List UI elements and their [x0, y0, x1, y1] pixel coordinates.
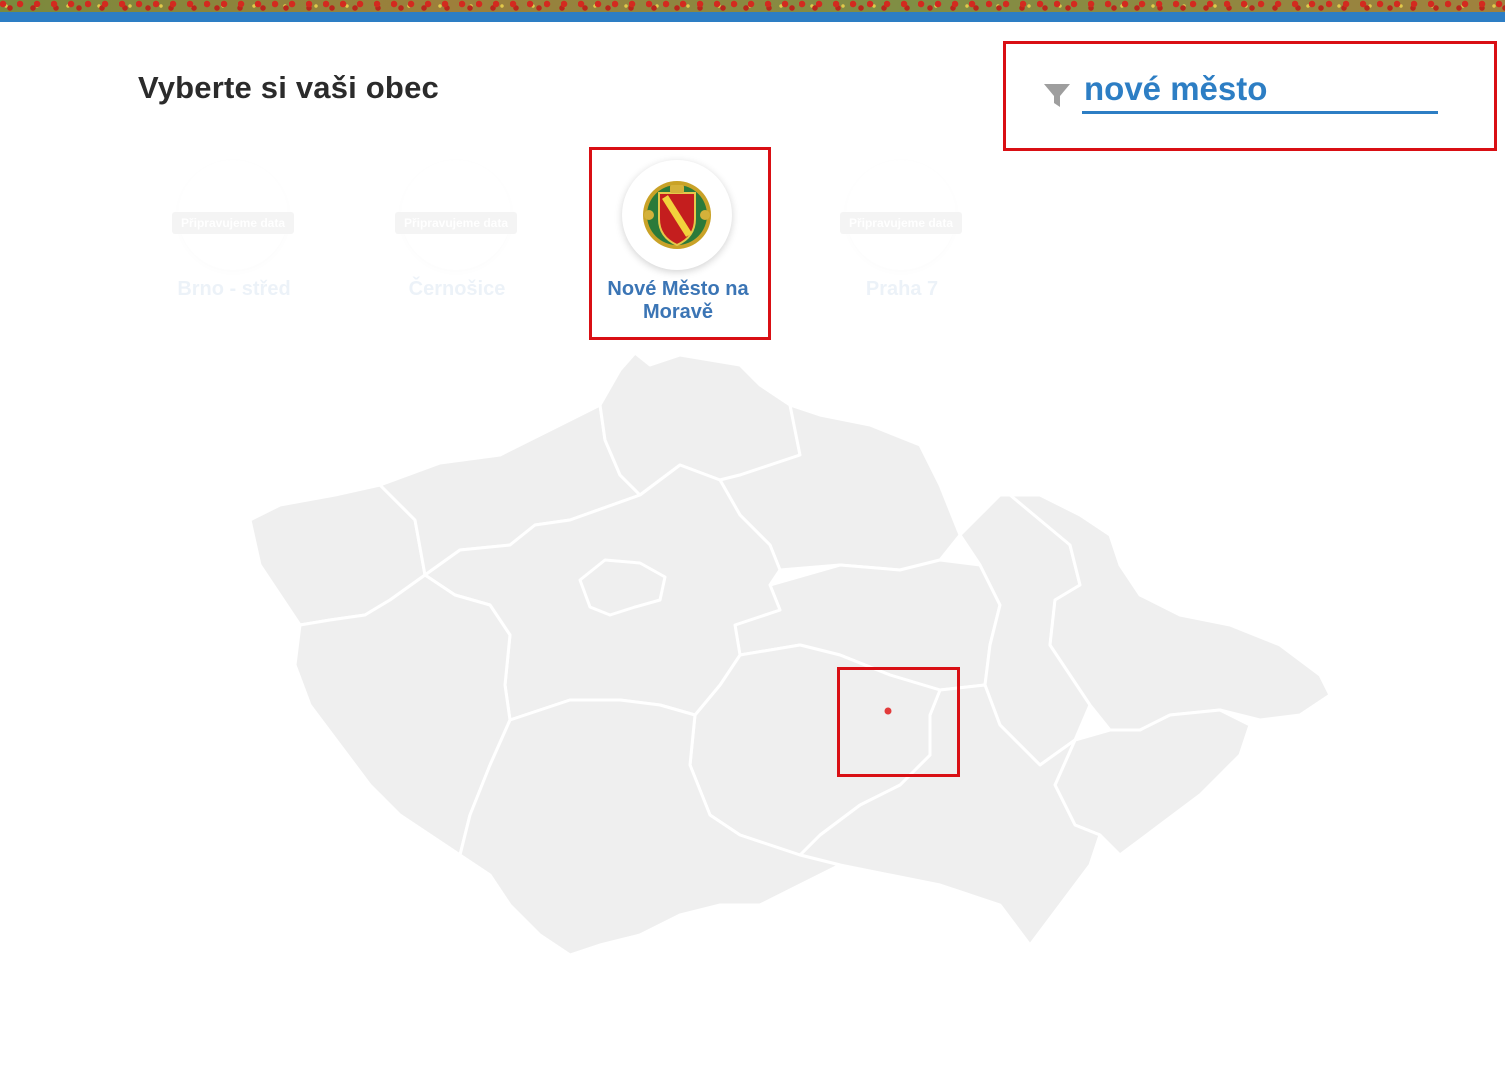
municipality-name: Černošice: [408, 278, 506, 300]
header-banner-image: [0, 0, 1505, 12]
map-location-highlight-box: [837, 667, 960, 777]
selected-card-highlight-box: [589, 147, 771, 340]
preparing-data-badge: Připravujeme data: [395, 212, 517, 234]
municipality-card-brno[interactable]: Připravujeme data Brno - střed: [154, 160, 314, 330]
header-accent-bar: [0, 12, 1505, 22]
municipality-name: Brno - střed: [177, 278, 291, 300]
municipality-name: Praha 7: [865, 278, 939, 300]
municipality-card-cernosice[interactable]: Připravujeme data Černošice: [377, 160, 537, 330]
search-highlight-box: [1003, 41, 1497, 151]
municipality-card-praha7[interactable]: Připravujeme data Praha 7: [822, 160, 982, 330]
czech-republic-map: [248, 351, 1332, 957]
page-title: Vyberte si vaši obec: [138, 70, 439, 105]
preparing-data-badge: Připravujeme data: [840, 212, 962, 234]
preparing-data-badge: Připravujeme data: [172, 212, 294, 234]
